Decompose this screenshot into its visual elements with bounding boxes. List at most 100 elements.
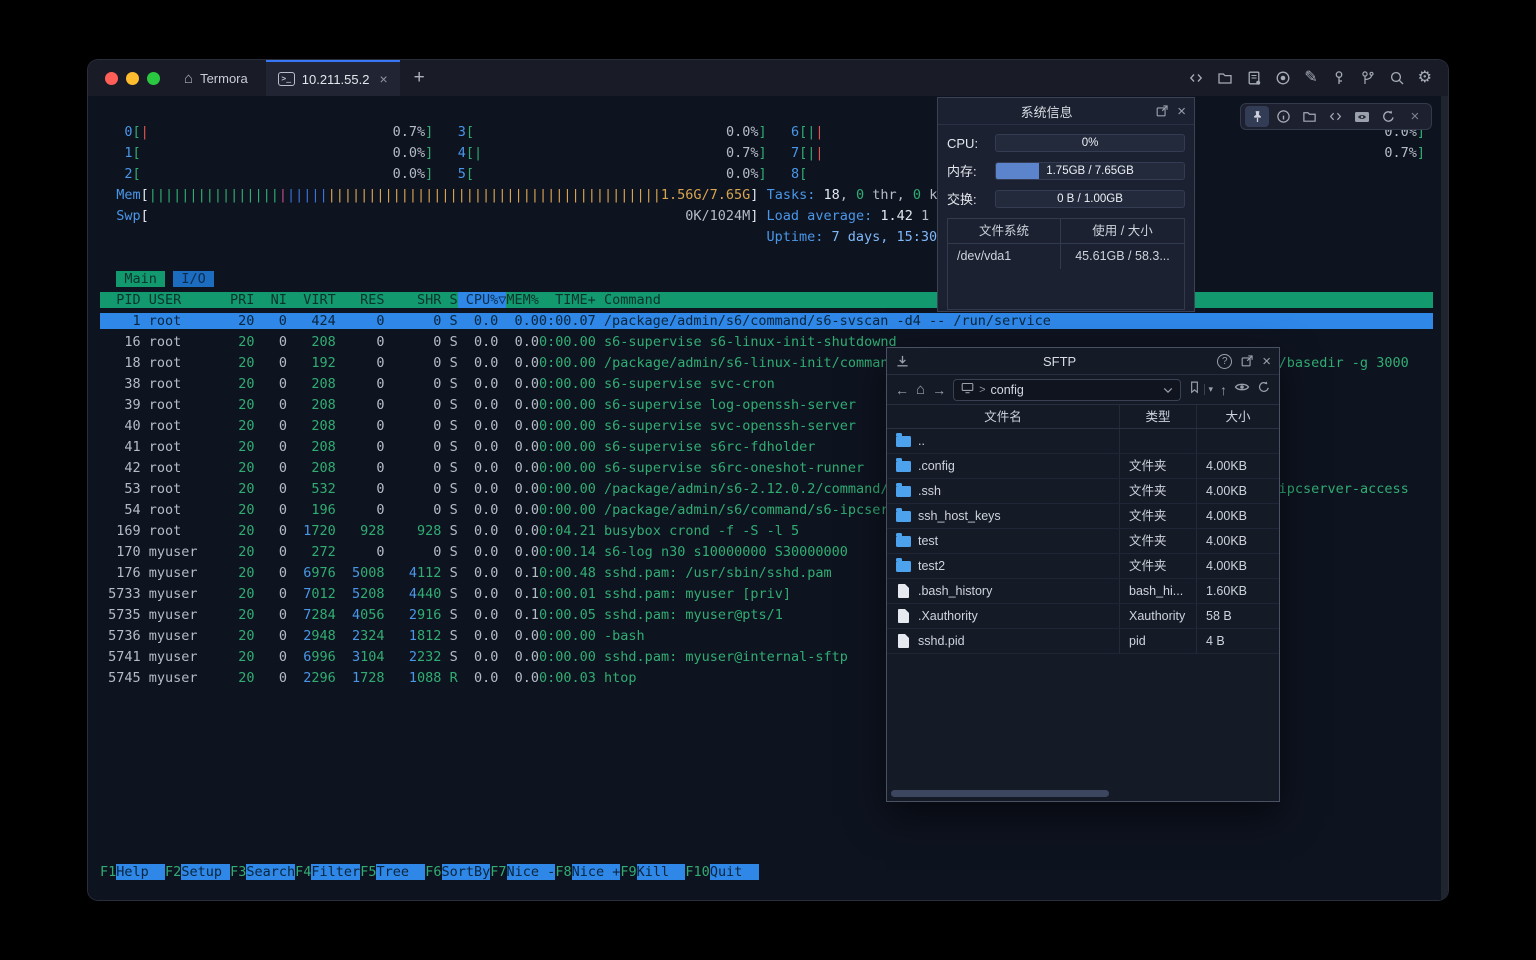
refresh-icon[interactable] xyxy=(1257,380,1271,399)
sftp-titlebar: SFTP ? × xyxy=(887,348,1279,375)
file-row[interactable]: .config文件夹4.00KB xyxy=(887,454,1279,479)
files-button[interactable] xyxy=(1298,106,1322,127)
fkey-label[interactable]: Tree xyxy=(376,864,425,880)
close-panel-icon[interactable]: × xyxy=(1177,104,1186,119)
settings-gear-icon[interactable]: ⚙ xyxy=(1418,70,1432,86)
help-icon[interactable]: ? xyxy=(1217,354,1232,369)
close-toolbar-icon[interactable]: × xyxy=(1403,106,1427,127)
show-hidden-eye-icon[interactable] xyxy=(1234,380,1250,399)
file-type: bash_hi... xyxy=(1120,579,1197,603)
fkey-label[interactable]: Kill xyxy=(637,864,686,880)
bookmark-control: ▾ xyxy=(1188,380,1213,399)
fkey-label[interactable]: Filter xyxy=(311,864,360,880)
fkey-f3[interactable]: F3 xyxy=(230,864,246,880)
fkey-f6[interactable]: F6 xyxy=(425,864,441,880)
process-table-header[interactable]: PID USER PRI NI VIRT RES SHR S CPU%▽MEM%… xyxy=(100,290,1433,311)
system-info-title: 系统信息 xyxy=(946,102,1147,121)
back-icon[interactable]: ← xyxy=(895,383,909,397)
open-in-window-icon[interactable] xyxy=(1240,354,1254,368)
file-row[interactable]: sshd.pidpid4 B xyxy=(887,629,1279,654)
minimize-window-button[interactable] xyxy=(126,72,139,85)
file-type xyxy=(1120,429,1197,453)
search-icon[interactable] xyxy=(1389,70,1405,86)
filesystem-table: 文件系统 使用 / 大小 /dev/vda1 45.61GB / 58.3... xyxy=(947,218,1185,310)
chevron-down-icon[interactable] xyxy=(1163,383,1173,397)
bookmark-icon[interactable] xyxy=(1188,380,1201,399)
pin-button[interactable] xyxy=(1245,106,1269,127)
fkey-f2[interactable]: F2 xyxy=(165,864,181,880)
tab-ssh-session[interactable]: >_ 10.211.55.2 × xyxy=(266,60,400,96)
sftp-window: SFTP ? × ← ⌂ → > config ▾ ↑ xyxy=(886,347,1280,802)
swap-usage-row: 交换: 0 B / 1.00GB xyxy=(938,189,1194,208)
breadcrumb-separator: > xyxy=(979,384,985,396)
gpu-monitor-icon[interactable] xyxy=(1350,106,1374,127)
record-icon[interactable] xyxy=(1275,70,1291,86)
fkey-label[interactable]: Search xyxy=(246,864,295,880)
file-type: 文件夹 xyxy=(1120,479,1197,503)
file-size: 58 B xyxy=(1197,604,1279,628)
bookmark-dropdown-icon[interactable]: ▾ xyxy=(1204,384,1213,395)
file-row[interactable]: test2文件夹4.00KB xyxy=(887,554,1279,579)
size-column-header[interactable]: 大小 xyxy=(1197,405,1279,428)
file-row[interactable]: .bash_historybash_hi...1.60KB xyxy=(887,579,1279,604)
file-size: 4.00KB xyxy=(1197,529,1279,553)
summary-line: Uptime: 7 days, 15:30 xyxy=(100,227,1433,248)
file-row[interactable]: .ssh文件夹4.00KB xyxy=(887,479,1279,504)
info-button[interactable] xyxy=(1271,106,1295,127)
fkey-f4[interactable]: F4 xyxy=(295,864,311,880)
close-window-button[interactable] xyxy=(105,72,118,85)
fkey-label[interactable]: SortBy xyxy=(442,864,491,880)
zoom-window-button[interactable] xyxy=(147,72,160,85)
edit-icon[interactable]: ✎ xyxy=(1304,70,1317,86)
code-snippets-icon[interactable] xyxy=(1188,70,1204,86)
fkey-f7[interactable]: F7 xyxy=(490,864,506,880)
file-type: 文件夹 xyxy=(1120,454,1197,478)
download-icon[interactable] xyxy=(895,354,910,369)
folder-icon xyxy=(896,561,911,572)
file-row[interactable]: test文件夹4.00KB xyxy=(887,529,1279,554)
key-icon[interactable] xyxy=(1331,70,1347,86)
summary-line xyxy=(100,248,1433,269)
fkey-label[interactable]: Quit xyxy=(710,864,759,880)
code-button[interactable] xyxy=(1324,106,1348,127)
fkey-f1[interactable]: F1 xyxy=(100,864,116,880)
close-sftp-icon[interactable]: × xyxy=(1262,354,1271,369)
type-column-header[interactable]: 类型 xyxy=(1120,405,1197,428)
file-row[interactable]: .. xyxy=(887,429,1279,454)
htop-tab-main[interactable]: Main xyxy=(116,271,165,287)
log-icon[interactable] xyxy=(1246,70,1262,86)
fkey-label[interactable]: Help xyxy=(116,864,165,880)
new-tab-button[interactable]: + xyxy=(400,67,439,89)
fkey-label[interactable]: Nice - xyxy=(507,864,556,880)
fkey-f5[interactable]: F5 xyxy=(360,864,376,880)
system-info-panel: 系统信息 × CPU: 0% 内存: 1.75GB / 7.65GB 交换: 0… xyxy=(937,97,1195,312)
file-row[interactable]: ssh_host_keys文件夹4.00KB xyxy=(887,504,1279,529)
path-breadcrumb[interactable]: > config xyxy=(953,379,1181,401)
fkey-label[interactable]: Setup xyxy=(181,864,230,880)
folder-icon xyxy=(896,461,911,472)
filesystem-row[interactable]: /dev/vda1 45.61GB / 58.3... xyxy=(948,244,1184,269)
name-column-header[interactable]: 文件名 xyxy=(887,405,1120,428)
fkey-label[interactable]: Nice + xyxy=(572,864,621,880)
sftp-horizontal-scrollbar[interactable] xyxy=(891,790,1109,797)
file-type: pid xyxy=(1120,629,1197,653)
keychain-icon[interactable] xyxy=(1360,70,1376,86)
fkey-f10[interactable]: F10 xyxy=(685,864,709,880)
terminal-scrollbar[interactable] xyxy=(1441,96,1448,900)
process-row-selected[interactable]: 1 root 20 0 424 0 0 S 0.0 0.00:00.07 /pa… xyxy=(100,311,1433,332)
tab-termora-home[interactable]: ⌂ Termora xyxy=(174,60,266,96)
forward-icon[interactable]: → xyxy=(932,383,946,397)
swap-progress-bar: 0 B / 1.00GB xyxy=(995,190,1185,208)
file-name: .. xyxy=(918,434,925,448)
refresh-button[interactable] xyxy=(1377,106,1401,127)
folder-icon[interactable] xyxy=(1217,70,1233,86)
fkey-f8[interactable]: F8 xyxy=(555,864,571,880)
home-icon[interactable]: ⌂ xyxy=(916,383,925,397)
open-in-window-icon[interactable] xyxy=(1155,104,1169,118)
close-tab-icon[interactable]: × xyxy=(379,71,387,87)
upload-icon[interactable]: ↑ xyxy=(1220,383,1227,397)
window-controls xyxy=(88,72,174,85)
fkey-f9[interactable]: F9 xyxy=(620,864,636,880)
htop-tab-io[interactable]: I/O xyxy=(173,271,214,287)
file-row[interactable]: .XauthorityXauthority58 B xyxy=(887,604,1279,629)
